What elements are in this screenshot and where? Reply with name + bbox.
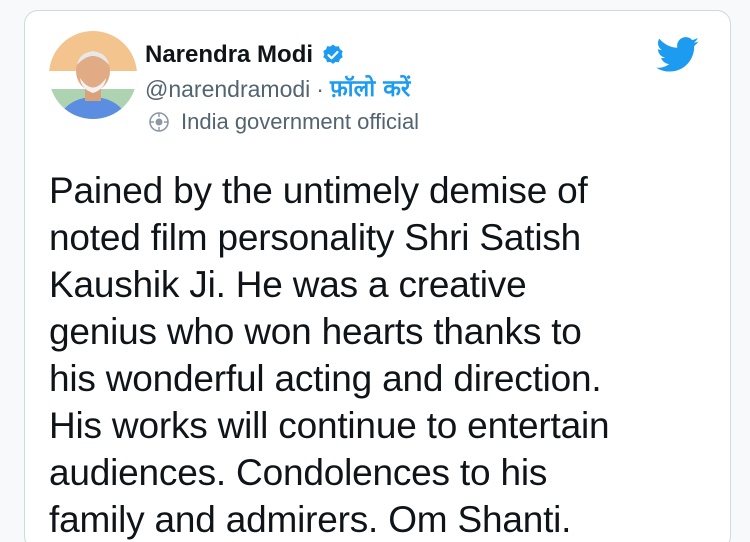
tweet-card[interactable]: Narendra Modi @narendramodi · फ़ॉलो करें <box>24 10 731 542</box>
tweet-line: Pained by the untimely demise of <box>49 170 588 211</box>
avatar-image <box>49 31 137 119</box>
handle-row: @narendramodi · फ़ॉलो करें <box>145 75 410 103</box>
tweet-line: His works will continue to entertain <box>49 405 610 446</box>
author-handle[interactable]: @narendramodi <box>145 75 310 103</box>
follow-button[interactable]: फ़ॉलो करें <box>330 75 410 103</box>
twitter-bird-icon[interactable] <box>656 37 700 73</box>
tweet-header: Narendra Modi @narendramodi · फ़ॉलो करें <box>25 11 730 151</box>
tweet-line: family and admirers. Om Shanti. <box>49 499 572 540</box>
tweet-text: Pained by the untimely demise of noted f… <box>49 167 719 542</box>
account-label-row: India government official <box>145 109 419 135</box>
author-name[interactable]: Narendra Modi <box>145 41 313 69</box>
tweet-line: genius who won hearts thanks to <box>49 311 582 352</box>
tweet-line: Kaushik Ji. He was a creative <box>49 264 527 305</box>
name-row: Narendra Modi <box>145 41 345 69</box>
government-badge-icon <box>145 111 173 133</box>
tweet-line: audiences. Condolences to his <box>49 452 548 493</box>
verified-badge-icon <box>321 43 345 67</box>
tweet-line: noted film personality Shri Satish <box>49 217 582 258</box>
tweet-line: his wonderful acting and direction. <box>49 358 602 399</box>
separator: · <box>316 76 324 102</box>
account-label: India government official <box>181 109 420 134</box>
avatar[interactable] <box>49 31 137 119</box>
page: Narendra Modi @narendramodi · फ़ॉलो करें <box>0 0 750 542</box>
